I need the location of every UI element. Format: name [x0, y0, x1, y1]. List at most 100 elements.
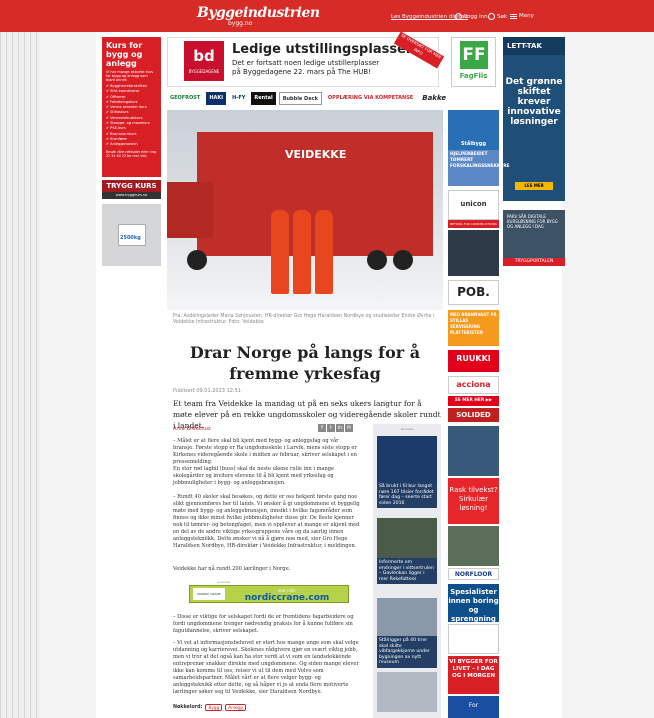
- story-image[interactable]: [377, 598, 437, 636]
- login-label: Logg inn: [464, 13, 488, 20]
- orange-ad[interactable]: MED BRANNVAGT PÅ STILLAS SERVISERING PLA…: [448, 310, 499, 346]
- tag-list: Nøkkelord: Bygg Anlegg: [173, 704, 246, 711]
- tag-anlegg[interactable]: Anlegg: [225, 704, 246, 711]
- promo-image[interactable]: [448, 526, 499, 566]
- nordic-crane-logo: NORDIC CRANE: [193, 588, 225, 600]
- se-mer-button[interactable]: SE MER HER ▶▶: [448, 396, 499, 406]
- story-image[interactable]: [377, 672, 437, 712]
- partner-logo[interactable]: HAKI: [206, 92, 227, 105]
- lett-tak-more-button[interactable]: LES MER: [515, 182, 553, 190]
- sidebar-label: annonse: [400, 427, 414, 431]
- article-paragraph: – Disse er viktige for selskapet fordi d…: [173, 614, 354, 634]
- for-ad[interactable]: For: [448, 696, 499, 718]
- story-text[interactable]: Informerte om endringer i vittsertrulen …: [377, 558, 437, 585]
- solided-ad[interactable]: SOLIDED: [448, 408, 499, 422]
- hjelp-ad[interactable]: HJELPERBEIDET TØMRERT FORSKALINGSSNEKKER…: [448, 150, 509, 186]
- tags-label: Nøkkelord:: [173, 705, 203, 710]
- lifting-bag-ad[interactable]: 2500kg: [102, 204, 161, 266]
- login-button[interactable]: Logg inn: [455, 13, 488, 20]
- partner-logo[interactable]: H-FY: [229, 92, 248, 105]
- pob-betong-ad[interactable]: POB.: [448, 280, 499, 305]
- truck-lettering: VEIDEKKE: [285, 148, 347, 161]
- partner-logo-strip: GEOFROST HAKI H-FY Rental Bubble Deck OP…: [167, 90, 497, 107]
- share-buttons: f t in ✉: [318, 424, 353, 432]
- hamburger-icon: [510, 13, 517, 19]
- stalbygg-label: Stålbygg: [460, 141, 487, 147]
- unicon-ad[interactable]: unicon: [448, 190, 499, 220]
- partner-logo[interactable]: Bakke: [419, 92, 449, 105]
- norfloor-ad[interactable]: NORFLOOR: [448, 568, 499, 580]
- search-icon: [488, 13, 495, 20]
- lett-tak-ad[interactable]: LETT-TAK Det grønne skiftet krever innov…: [503, 37, 565, 201]
- nordic-site: nordiccrane.com: [244, 593, 330, 603]
- author-name[interactable]: Arve Brekkhus: [173, 426, 211, 432]
- banner-text: Det er fortsatt noen ledige utstillerpla…: [232, 59, 380, 76]
- image-caption: Fra: Avdelingsleder Maria Sehjousten, HR…: [173, 314, 435, 325]
- course-item: Anleggsmaskin: [106, 142, 157, 147]
- boring-ad[interactable]: Spesialister innen boring og sprengning: [448, 584, 499, 623]
- article-paragraph: En stor rød lagbil (buss) skal de neste …: [173, 466, 335, 486]
- partner-logo[interactable]: GEOFROST: [167, 92, 203, 105]
- site-logo-sub: bygg.no: [228, 20, 253, 27]
- course-list: Byggherreforskriften SHA-koordinator Off…: [106, 84, 157, 148]
- course-ad[interactable]: Kurs for bygg og anlegg Vi har mange akt…: [102, 37, 161, 177]
- twitter-icon[interactable]: t: [327, 424, 335, 432]
- story-image[interactable]: [377, 436, 437, 482]
- truck-cab: [167, 182, 213, 238]
- article-paragraph: – Rundt 40 skoler skal besøkes, og dette…: [173, 494, 360, 549]
- published-date: Publisert 09.01.2023 12:51: [173, 388, 241, 394]
- person: [293, 210, 311, 294]
- story-text[interactable]: Stålrigger på 40 trier skal skilte vibfa…: [377, 636, 437, 668]
- wheel: [393, 250, 413, 270]
- bag-capacity: 2500kg: [120, 235, 141, 241]
- person: [271, 210, 289, 294]
- partner-logo[interactable]: Rental: [251, 92, 276, 105]
- menu-button[interactable]: Meny: [510, 13, 534, 19]
- site-logo[interactable]: Byggeindustrien: [197, 5, 320, 21]
- vi-bygger-ad[interactable]: VI BYGGER FOR LIVET – I DAG OG I MORGEN: [448, 656, 499, 694]
- facebook-icon[interactable]: f: [318, 424, 326, 432]
- left-background-strip: [0, 32, 40, 718]
- partner-logo[interactable]: OPPLÆRING VIA KOMPETANSE: [325, 92, 416, 105]
- search-button[interactable]: Søk: [488, 13, 507, 20]
- banner-title: Ledige utstillingsplasser: [232, 42, 413, 57]
- trygg-kurs-url[interactable]: www.tryggkurs.no: [102, 192, 161, 199]
- promo-image[interactable]: [448, 230, 499, 276]
- byggedagene-logo-name: BYGGEDAGENE: [188, 69, 220, 74]
- ruukki-ad[interactable]: RUUKKI: [448, 350, 499, 372]
- byggedagene-logo-mark: bd: [193, 47, 215, 65]
- article-paragraph: – Målet er at flere skal bli kjent med b…: [173, 438, 357, 465]
- promo-logo[interactable]: [448, 624, 499, 654]
- tryggportalen-bar[interactable]: TRYGGPORTALEN: [503, 258, 565, 266]
- wheel: [367, 250, 387, 270]
- lett-tak-message: Det grønne skiftet krever innovative løs…: [505, 77, 563, 127]
- byggedagene-logo: bd BYGGEDAGENE: [184, 41, 224, 81]
- hero-image: VEIDEKKE: [167, 110, 443, 310]
- linkedin-icon[interactable]: in: [336, 424, 344, 432]
- acciona-ad[interactable]: acciona: [448, 376, 499, 394]
- article-paragraph: Veidekke har nå rundt 200 lærlinger i No…: [173, 566, 291, 572]
- promo-image[interactable]: [448, 426, 499, 476]
- user-icon: [455, 13, 462, 20]
- digital-course-ad[interactable]: PARV SÅR DIGITALE KURSLØSNING FOR BYGG O…: [503, 210, 565, 258]
- search-label: Søk: [497, 13, 508, 20]
- course-ad-footer: Besøk våre nettsider eller ring 22 34 40…: [106, 149, 156, 158]
- fagflis-ad[interactable]: FF FagFlis: [451, 37, 496, 87]
- wheel: [187, 250, 207, 270]
- tag-bygg[interactable]: Bygg: [205, 704, 223, 711]
- unicon-bar: BETONG FOR CONSTRUCTIONS: [448, 220, 499, 228]
- rask-tilvekst-ad[interactable]: Rask tilvekst? Sirkulær løsning!: [448, 478, 499, 524]
- email-icon[interactable]: ✉: [345, 424, 353, 432]
- trygg-kurs-logo[interactable]: TRYGG KURS: [102, 180, 161, 192]
- fagflis-name: FagFlis: [459, 72, 488, 80]
- byggedagene-banner[interactable]: bd BYGGEDAGENE Ledige utstillingsplasser…: [167, 31, 445, 87]
- advertisement-label: annonse: [217, 580, 230, 584]
- fagflis-mark: FF: [460, 41, 488, 69]
- story-text[interactable]: Så brukt i til bur langet nøre 167 tilsi…: [377, 482, 437, 509]
- story-image[interactable]: [377, 518, 437, 558]
- course-ad-sub: Vi har mange aktuelle kurs for bygg og a…: [106, 70, 154, 82]
- partner-logo[interactable]: Bubble Deck: [278, 92, 322, 105]
- top-bar: Byggeindustrien bygg.no Les Byggeindustr…: [0, 0, 654, 32]
- menu-label: Meny: [519, 13, 534, 19]
- nordic-crane-ad[interactable]: NORDIC CRANE mer info: nordiccrane.com: [189, 585, 349, 603]
